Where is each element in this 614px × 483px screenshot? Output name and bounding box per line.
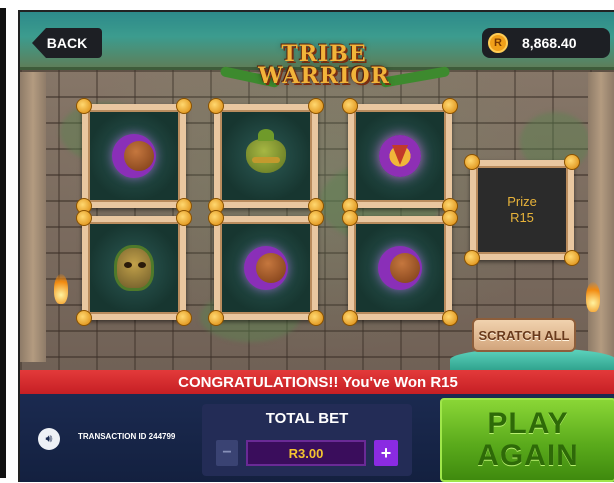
decrease-bet-button[interactable]: −: [216, 440, 238, 466]
increase-bet-button[interactable]: +: [374, 440, 398, 466]
scratch-all-button[interactable]: SCRATCH ALL: [472, 318, 576, 352]
right-pillar: [588, 72, 614, 362]
scratch-tile-2[interactable]: [208, 98, 324, 214]
prize-tile: Prize R15: [464, 154, 580, 266]
play-again-line-2: AGAIN: [477, 439, 579, 472]
prize-amount: R15: [510, 210, 534, 225]
moon-icon: [112, 134, 156, 178]
transaction-id: TRANSACTION ID 244799: [78, 432, 176, 441]
play-again-button[interactable]: PLAY AGAIN: [440, 398, 614, 482]
scratch-tile-3[interactable]: [342, 98, 458, 214]
scratch-tile-1[interactable]: [76, 98, 192, 214]
logo-line-2: WARRIOR: [258, 63, 390, 89]
amulet-icon: [379, 135, 421, 177]
total-bet-panel: TOTAL BET − R3.00 +: [202, 404, 412, 476]
back-button[interactable]: BACK: [32, 28, 102, 58]
left-pillar: [20, 72, 46, 362]
left-edge-bar: [0, 8, 6, 478]
prize-label: Prize: [507, 194, 537, 209]
speaker-icon: 🔊︎: [45, 432, 53, 445]
game-frame: TRIBE WARRIOR BACK R 8,868.40 Prize R15 …: [18, 10, 614, 482]
balance-display: R 8,868.40: [482, 28, 610, 58]
game-logo: TRIBE WARRIOR: [258, 30, 389, 100]
pot-icon: [246, 129, 286, 173]
scratch-tile-6[interactable]: [342, 210, 458, 326]
bet-value-field: R3.00: [246, 440, 366, 466]
coin-icon: R: [488, 33, 508, 53]
play-again-line-1: PLAY: [487, 407, 569, 440]
moon-icon: [378, 246, 422, 290]
moon-icon: [244, 246, 288, 290]
bottom-control-bar: 🔊︎ TRANSACTION ID 244799 TOTAL BET − R3.…: [20, 394, 614, 482]
torch-flame-left: [54, 274, 68, 304]
sound-toggle-button[interactable]: 🔊︎: [38, 428, 60, 450]
logo-line-1: TRIBE: [281, 41, 367, 67]
scratch-tile-5[interactable]: [208, 210, 324, 326]
mask-icon: [114, 245, 154, 291]
win-banner: CONGRATULATIONS!! You've Won R15: [20, 370, 614, 394]
scratch-tile-4[interactable]: [76, 210, 192, 326]
balance-amount: 8,868.40: [522, 35, 577, 51]
torch-flame-right: [586, 282, 600, 312]
total-bet-title: TOTAL BET: [265, 410, 349, 427]
